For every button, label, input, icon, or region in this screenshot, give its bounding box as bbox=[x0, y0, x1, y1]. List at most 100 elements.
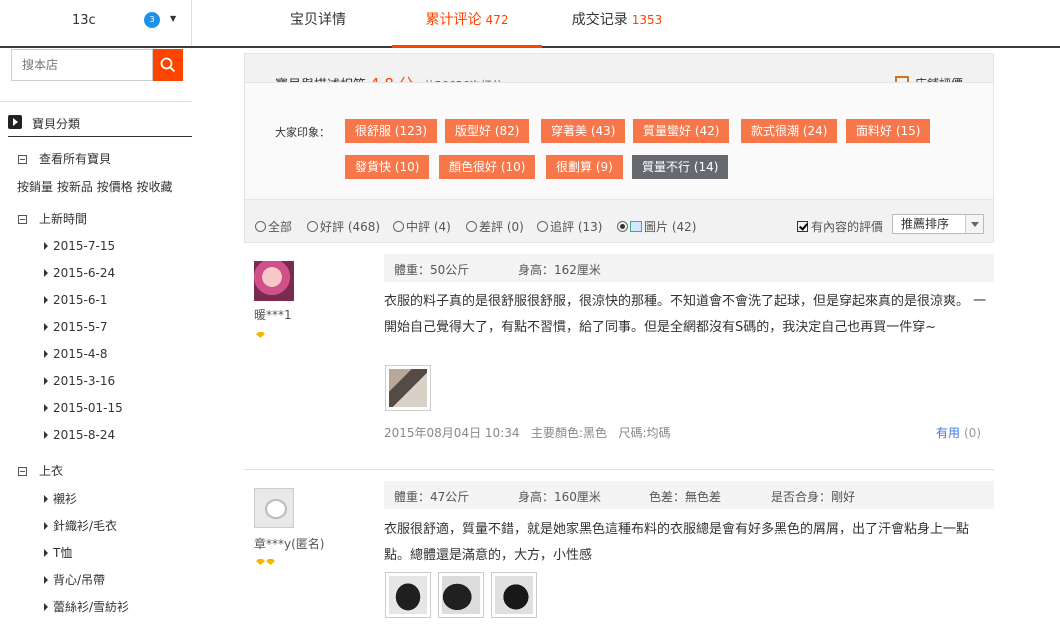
sidebar-item-category[interactable]: T恤 bbox=[44, 544, 72, 561]
search-input[interactable] bbox=[11, 49, 153, 81]
impression-tag[interactable]: 質量蠻好 (42) bbox=[633, 119, 730, 143]
section-label: 上衣 bbox=[39, 464, 64, 478]
diamond-icon bbox=[266, 559, 275, 565]
section-tops[interactable]: 上衣 bbox=[18, 462, 63, 479]
sidebar-item-category[interactable]: 蕾絲衫/雪紡衫 bbox=[44, 598, 129, 615]
store-search bbox=[11, 49, 183, 81]
radio-icon[interactable] bbox=[537, 221, 548, 232]
sort-by-favorites[interactable]: 按收藏 bbox=[137, 180, 173, 194]
section-new-arrivals[interactable]: 上新時間 bbox=[18, 210, 87, 227]
filter-negative[interactable]: 差評 (0) bbox=[466, 218, 524, 235]
fit: 是否合身：剛好 bbox=[771, 490, 856, 504]
sidebar-item-date[interactable]: 2015-5-7 bbox=[44, 320, 107, 334]
sort-value: 推薦排序 bbox=[901, 217, 950, 231]
radio-icon[interactable] bbox=[393, 221, 404, 232]
sort-by-sales[interactable]: 按銷量 bbox=[17, 180, 53, 194]
impression-label: 大家印象： bbox=[275, 126, 330, 139]
review-item: 章***y(匿名) 體重：47公斤 身高：160厘米 色差：無色差 是否合身：剛… bbox=[244, 480, 994, 625]
sidebar-item-date[interactable]: 2015-7-15 bbox=[44, 239, 115, 253]
buyer-weight: 體重：47公斤 bbox=[394, 490, 470, 504]
filter-label: 圖片 (42) bbox=[644, 220, 697, 234]
impression-tag[interactable]: 版型好 (82) bbox=[445, 119, 530, 143]
useful-button[interactable]: 有用 (0) bbox=[936, 424, 981, 441]
collapse-icon[interactable] bbox=[18, 215, 27, 224]
radio-icon[interactable] bbox=[307, 221, 318, 232]
radio-selected-icon[interactable] bbox=[617, 221, 628, 232]
filter-label: 好評 (468) bbox=[320, 220, 381, 234]
useful-count: (0) bbox=[964, 426, 981, 440]
diamond-icon bbox=[256, 332, 265, 338]
rating-summary: 寶貝與描述相符4.8 分共56656次打分 店鋪評價 大家印象： 很舒服 (12… bbox=[244, 53, 994, 243]
tab-reviews[interactable]: 累计评论 472 bbox=[392, 0, 542, 48]
impression-tag[interactable]: 顏色很好 (10) bbox=[439, 155, 536, 179]
filter-all[interactable]: 全部 bbox=[255, 218, 292, 235]
review-footer: 2015年08月04日 10:34 主要顏色:黑色 尺碼:均碼 有用 (0) bbox=[384, 424, 990, 441]
review-photo[interactable] bbox=[385, 365, 431, 411]
filter-label: 差評 (0) bbox=[479, 220, 524, 234]
sidebar-item-date[interactable]: 2015-3-16 bbox=[44, 374, 115, 388]
sidebar-item-category[interactable]: 針織衫/毛衣 bbox=[44, 517, 117, 534]
avatar[interactable] bbox=[254, 261, 294, 301]
photo-image bbox=[389, 576, 427, 614]
review-photo[interactable] bbox=[491, 572, 537, 618]
review-photo[interactable] bbox=[438, 572, 484, 618]
avatar[interactable] bbox=[254, 488, 294, 528]
tab-label: 成交记录 bbox=[571, 12, 628, 28]
impression-tag[interactable]: 發貨快 (10) bbox=[345, 155, 430, 179]
sidebar-item-date[interactable]: 2015-6-1 bbox=[44, 293, 107, 307]
impression-tag-negative[interactable]: 質量不行 (14) bbox=[632, 155, 729, 179]
filter-label: 全部 bbox=[268, 220, 293, 234]
view-all-label: 查看所有寶貝 bbox=[39, 152, 112, 166]
buyer-height: 身高：162厘米 bbox=[518, 263, 601, 277]
collapse-icon[interactable] bbox=[18, 155, 27, 164]
impression-tag[interactable]: 款式很潮 (24) bbox=[741, 119, 838, 143]
radio-icon[interactable] bbox=[255, 221, 266, 232]
filter-neutral[interactable]: 中評 (4) bbox=[393, 218, 451, 235]
chevron-down-icon[interactable] bbox=[965, 215, 983, 233]
filter-positive[interactable]: 好評 (468) bbox=[307, 218, 380, 235]
sidebar-item-date[interactable]: 2015-8-24 bbox=[44, 428, 115, 442]
sort-select[interactable]: 推薦排序 bbox=[892, 214, 984, 234]
sidebar-item-date[interactable]: 2015-6-24 bbox=[44, 266, 115, 280]
tab-count: 472 bbox=[485, 13, 509, 27]
tab-item-details[interactable]: 宝贝详情 bbox=[260, 0, 376, 48]
filter-followup[interactable]: 追評 (13) bbox=[537, 218, 602, 235]
buyer-info: 體重：50公斤 身高：162厘米 bbox=[384, 254, 994, 282]
shop-header: 13c 3 ▼ bbox=[0, 0, 192, 46]
checkbox-checked-icon[interactable] bbox=[797, 221, 808, 232]
wangwang-icon[interactable]: 3 bbox=[144, 12, 160, 28]
view-all-link[interactable]: 查看所有寶貝 bbox=[18, 150, 111, 167]
category-title: 寶貝分類 bbox=[32, 117, 81, 131]
impression-tag[interactable]: 很劃算 (9) bbox=[546, 155, 623, 179]
content-only-label: 有內容的評價 bbox=[811, 220, 884, 234]
play-icon bbox=[8, 115, 22, 129]
collapse-icon[interactable] bbox=[18, 467, 27, 476]
filter-pictures[interactable]: 圖片 (42) bbox=[617, 218, 696, 235]
tab-label: 宝贝详情 bbox=[290, 12, 346, 28]
review-photo[interactable] bbox=[385, 572, 431, 618]
sidebar-item-date[interactable]: 2015-01-15 bbox=[44, 401, 123, 415]
sidebar-item-category[interactable]: 背心/吊帶 bbox=[44, 571, 105, 588]
sidebar-item-date[interactable]: 2015-4-8 bbox=[44, 347, 107, 361]
chevron-down-icon[interactable]: ▼ bbox=[170, 14, 176, 23]
buyer-weight: 體重：50公斤 bbox=[394, 263, 470, 277]
impression-tag[interactable]: 穿著美 (43) bbox=[541, 119, 626, 143]
review-text: 衣服的料子真的是很舒服很舒服，很涼快的那種。不知道會不會洗了起球，但是穿起來真的… bbox=[384, 294, 987, 335]
impression-tag[interactable]: 很舒服 (123) bbox=[345, 119, 438, 143]
review-text: 衣服很舒適，質量不錯，就是她家黑色這種布料的衣服總是會有好多黑色的屑屑，出了汗會… bbox=[384, 522, 970, 563]
radio-icon[interactable] bbox=[466, 221, 477, 232]
sidebar-item-category[interactable]: 襯衫 bbox=[44, 490, 77, 507]
divider bbox=[0, 101, 192, 102]
review-date: 2015年08月04日 10:34 bbox=[384, 426, 520, 440]
sort-by-new[interactable]: 按新品 bbox=[57, 180, 93, 194]
shop-name[interactable]: 13c bbox=[72, 13, 96, 28]
sort-by-price[interactable]: 按價格 bbox=[97, 180, 133, 194]
search-button[interactable] bbox=[153, 49, 183, 81]
tab-transactions[interactable]: 成交记录 1353 bbox=[552, 0, 682, 48]
review-filters: 全部 好評 (468) 中評 (4) 差評 (0) 追評 (13) 圖片 (42… bbox=[245, 212, 993, 242]
impression-tag[interactable]: 面料好 (15) bbox=[846, 119, 931, 143]
diamond-icon bbox=[256, 559, 265, 565]
content-only-toggle[interactable]: 有內容的評價 bbox=[797, 218, 883, 235]
review-color: 主要顏色:黑色 bbox=[530, 426, 607, 440]
search-icon bbox=[160, 57, 176, 73]
